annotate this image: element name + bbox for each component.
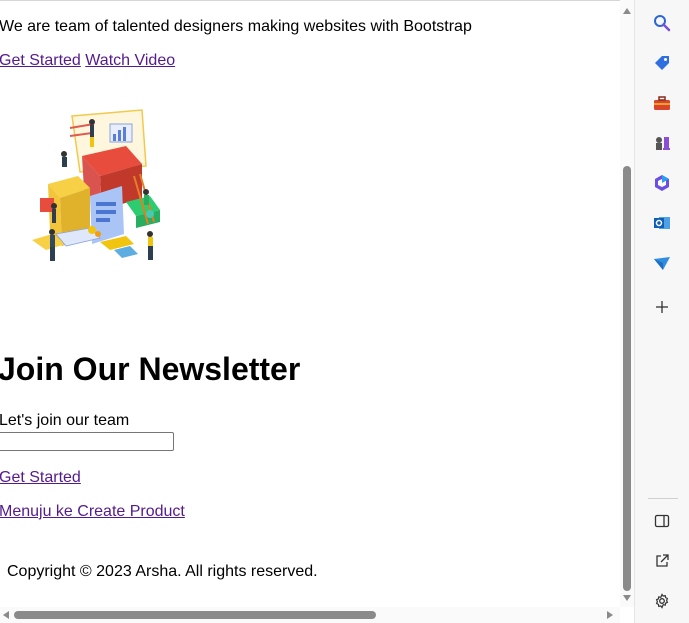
search-icon[interactable] (651, 12, 673, 34)
scroll-up-arrow-icon[interactable] (623, 8, 631, 14)
vertical-scrollbar[interactable] (620, 0, 634, 607)
newsletter-get-started-link[interactable]: Get Started (0, 469, 81, 486)
watch-video-link[interactable]: Watch Video (85, 52, 175, 69)
newsletter-email-input[interactable] (0, 432, 174, 451)
copilot-icon[interactable] (651, 172, 673, 194)
horizontal-scrollbar[interactable] (0, 607, 620, 623)
toolbox-icon[interactable] (651, 92, 673, 114)
vertical-scroll-thumb[interactable] (623, 166, 631, 591)
page-viewport: We are team of talented designers making… (0, 0, 620, 608)
hero-links: Get Started Watch Video (0, 52, 175, 70)
tag-icon[interactable] (651, 52, 673, 74)
chess-icon[interactable] (651, 132, 673, 154)
add-icon[interactable] (651, 296, 673, 318)
create-product-link[interactable]: Menuju ke Create Product (0, 503, 185, 520)
outlook-icon[interactable] (651, 212, 673, 234)
scroll-right-arrow-icon[interactable] (607, 611, 613, 619)
open-external-icon[interactable] (651, 550, 673, 572)
split-pane-icon[interactable] (651, 510, 673, 532)
get-started-link[interactable]: Get Started (0, 52, 81, 69)
newsletter-label: Let's join our team (0, 412, 130, 429)
hero-tagline: We are team of talented designers making… (0, 18, 472, 35)
hero-illustration (32, 109, 160, 261)
horizontal-scroll-thumb[interactable] (14, 611, 376, 619)
newsletter-title: Join Our Newsletter (0, 351, 301, 387)
sidebar-divider (648, 498, 678, 499)
footer-copyright: Copyright © 2023 Arsha. All rights reser… (7, 563, 318, 580)
send-icon[interactable] (651, 252, 673, 274)
settings-icon[interactable] (651, 590, 673, 612)
browser-sidebar (634, 0, 689, 623)
scroll-down-arrow-icon[interactable] (623, 595, 631, 601)
scroll-left-arrow-icon[interactable] (3, 611, 9, 619)
